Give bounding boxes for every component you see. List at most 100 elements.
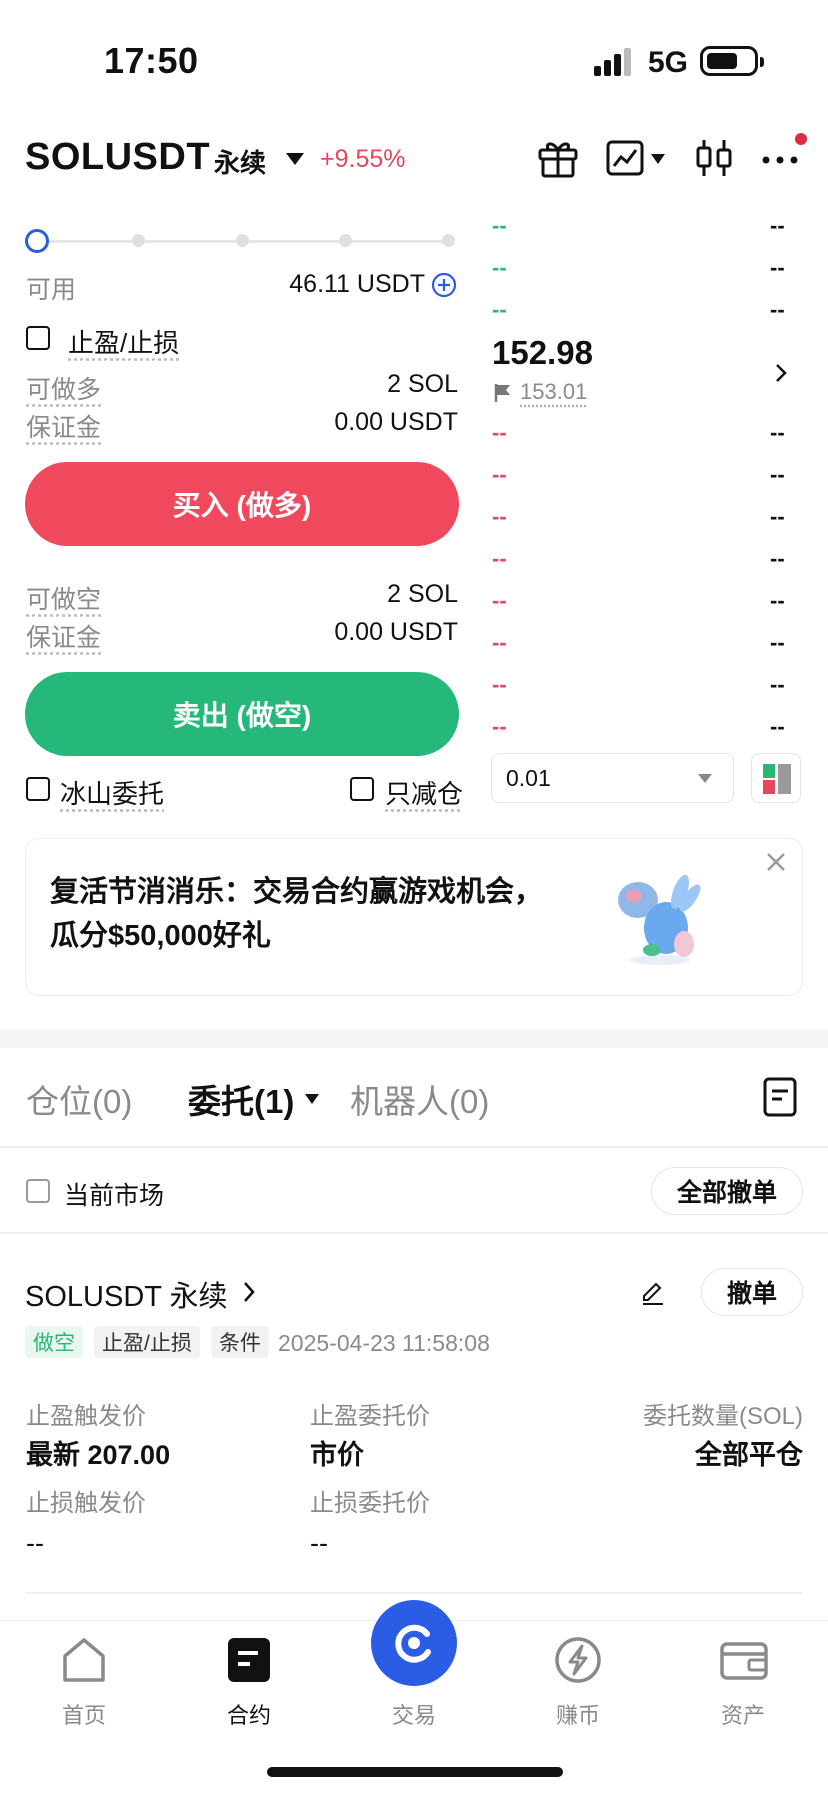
long-max-value: 2 SOL [387, 370, 458, 398]
price-change: +9.55% [320, 145, 406, 173]
bid-price[interactable]: -- [492, 462, 507, 488]
ask-price[interactable]: -- [492, 255, 507, 281]
battery-icon [700, 46, 764, 76]
tab-orders-dropdown-icon[interactable] [305, 1094, 319, 1104]
ask-size: -- [770, 255, 785, 280]
available-label: 可用 [26, 276, 77, 304]
tp-trigger-label: 止盈触发价 [26, 1403, 146, 1430]
long-max-label: 可做多 [26, 376, 102, 404]
bid-size: -- [770, 462, 785, 487]
candlestick-icon[interactable] [694, 136, 734, 180]
buy-long-button[interactable]: 买入 (做多) [25, 462, 459, 546]
tag-tpsl: 止盈/止损 [94, 1326, 200, 1358]
slider-stop[interactable] [442, 234, 455, 247]
flag-icon [494, 384, 510, 402]
bid-price[interactable]: -- [492, 546, 507, 572]
gift-icon[interactable] [536, 136, 580, 180]
nav-trade[interactable]: 交易 [359, 1698, 469, 1730]
slider-stop[interactable] [236, 234, 249, 247]
bid-price[interactable]: -- [492, 588, 507, 614]
symbol-dropdown-icon[interactable] [286, 153, 304, 165]
trade-icon [395, 1624, 431, 1663]
divider [25, 1592, 803, 1594]
sl-trigger-label: 止损触发价 [26, 1490, 146, 1517]
nav-earn[interactable]: 赚币 [523, 1698, 633, 1730]
slider-handle[interactable] [25, 229, 49, 253]
chevron-down-icon[interactable] [698, 774, 712, 783]
reduce-only-checkbox[interactable] [350, 777, 374, 801]
section-gap [0, 1030, 828, 1048]
tab-positions[interactable]: 仓位(0) [26, 1075, 132, 1123]
tp-trigger-value: 最新 207.00 [26, 1440, 171, 1470]
iceberg-label[interactable]: 冰山委托 [60, 774, 164, 811]
mark-price: 153.01 [520, 379, 588, 404]
sl-trigger-value: -- [26, 1528, 44, 1558]
bunny-illustration [618, 874, 701, 965]
tag-conditional: 条件 [211, 1326, 269, 1358]
more-icon[interactable] [760, 136, 800, 180]
nav-futures[interactable]: 合约 [194, 1698, 304, 1730]
nav-assets[interactable]: 资产 [688, 1698, 798, 1730]
trade-fab[interactable] [371, 1600, 457, 1686]
order-history-icon[interactable] [763, 1077, 797, 1117]
chevron-right-icon[interactable] [774, 362, 788, 384]
bid-price[interactable]: -- [492, 420, 507, 446]
chart-dropdown-icon[interactable] [651, 154, 665, 164]
tpsl-label[interactable]: 止盈/止损 [68, 323, 179, 360]
chart-icon[interactable] [605, 136, 645, 180]
sl-price-value: -- [310, 1528, 328, 1558]
short-margin-value: 0.00 USDT [334, 618, 458, 646]
tpsl-checkbox[interactable] [26, 326, 50, 350]
book-layout-icon [763, 764, 791, 794]
current-market-label[interactable]: 当前市场 [64, 1176, 164, 1212]
futures-icon[interactable] [226, 1636, 272, 1684]
current-market-checkbox[interactable] [26, 1179, 50, 1203]
symbol-title[interactable]: SOLUSDT [25, 136, 210, 179]
bid-size: -- [770, 588, 785, 613]
signal-icon [594, 48, 634, 76]
order-time: 2025-04-23 11:58:08 [278, 1330, 490, 1356]
last-price[interactable]: 152.98 [492, 334, 593, 372]
tab-orders[interactable]: 委托(1) [188, 1075, 294, 1123]
bid-price[interactable]: -- [492, 504, 507, 530]
bid-size: -- [770, 420, 785, 445]
cancel-order-button[interactable]: 撤单 [701, 1268, 803, 1316]
divider [0, 1146, 828, 1148]
short-max-value: 2 SOL [387, 580, 458, 608]
nav-home[interactable]: 首页 [29, 1698, 139, 1730]
tp-price-value: 市价 [310, 1440, 364, 1470]
home-indicator [267, 1767, 563, 1777]
iceberg-checkbox[interactable] [26, 777, 50, 801]
short-margin-label: 保证金 [26, 624, 102, 652]
promo-text[interactable]: 复活节消消乐：交易合约赢游戏机会，瓜分$50,000好礼 [50, 870, 570, 958]
slider-stop[interactable] [132, 234, 145, 247]
tab-bots[interactable]: 机器人(0) [350, 1075, 489, 1123]
ask-price[interactable]: -- [492, 213, 507, 239]
wallet-icon[interactable] [719, 1638, 769, 1682]
notification-dot [795, 133, 807, 145]
contract-type[interactable]: 永续 [214, 143, 266, 180]
bid-size: -- [770, 672, 785, 697]
slider-stop[interactable] [339, 234, 352, 247]
chevron-right-icon[interactable] [242, 1280, 256, 1304]
bid-size: -- [770, 714, 785, 739]
orderbook-view-toggle[interactable] [751, 753, 801, 803]
edit-icon[interactable] [640, 1280, 666, 1306]
sl-price-label: 止损委托价 [310, 1490, 430, 1517]
close-icon[interactable] [766, 852, 786, 872]
bid-price[interactable]: -- [492, 672, 507, 698]
tag-side: 做空 [25, 1326, 83, 1358]
amount-slider[interactable] [48, 240, 450, 243]
bid-price[interactable]: -- [492, 714, 507, 740]
divider [0, 1232, 828, 1234]
add-funds-icon[interactable] [431, 272, 457, 298]
order-symbol[interactable]: SOLUSDT 永续 [25, 1273, 228, 1315]
bid-price[interactable]: -- [492, 630, 507, 656]
ask-price[interactable]: -- [492, 297, 507, 323]
home-icon[interactable] [61, 1636, 107, 1684]
earn-icon[interactable] [554, 1636, 602, 1684]
sell-short-button[interactable]: 卖出 (做空) [25, 672, 459, 756]
bid-size: -- [770, 504, 785, 529]
cancel-all-button[interactable]: 全部撤单 [651, 1167, 803, 1215]
reduce-only-label[interactable]: 只减仓 [385, 774, 463, 811]
